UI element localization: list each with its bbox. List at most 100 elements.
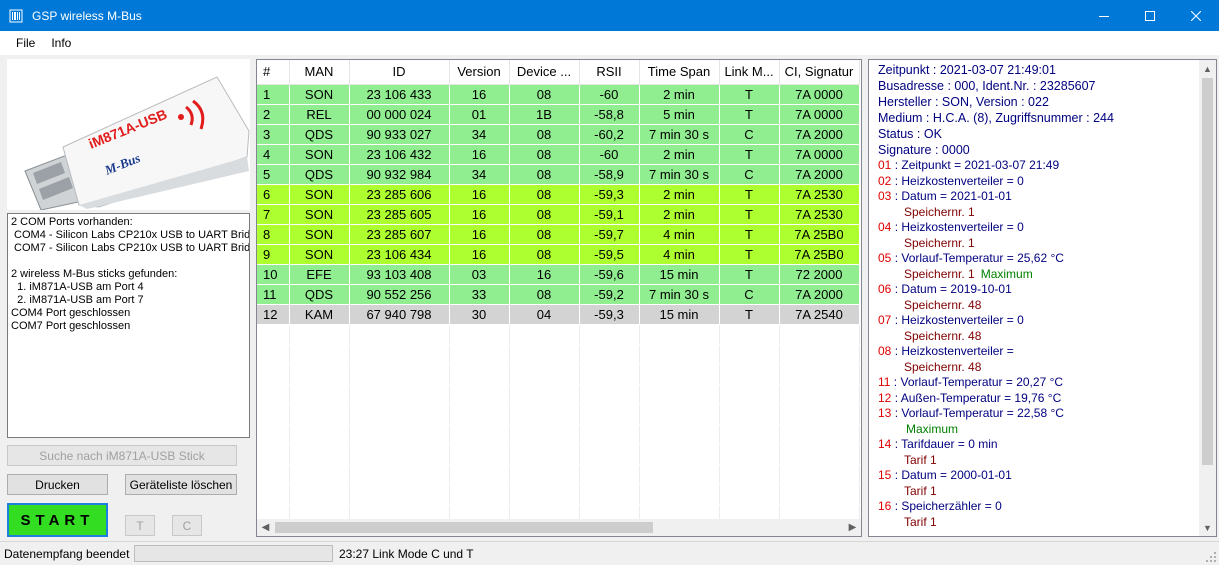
column-header[interactable]: ID <box>349 60 450 85</box>
vertical-scrollbar[interactable]: ▲ ▼ <box>1199 60 1216 536</box>
record-text: Heizkostenverteiler = <box>901 344 1014 358</box>
column-header[interactable]: CI, Signatur <box>779 60 860 85</box>
empty-cell <box>579 364 640 385</box>
table-row[interactable]: 5 QDS 90 932 984 34 08 -58,9 7 min 30 s C 7A 200… <box>257 164 860 185</box>
empty-cell <box>509 384 580 405</box>
menu-file[interactable]: File <box>8 36 43 50</box>
record-separator: : <box>891 220 902 234</box>
c-mode-button[interactable]: C <box>172 515 202 536</box>
table-cell: 1B <box>509 104 580 125</box>
menu-bar: File Info <box>0 31 1219 55</box>
empty-cell <box>449 444 510 465</box>
table-cell: 11 <box>257 284 290 305</box>
empty-cell <box>289 424 350 445</box>
table-cell: 90 933 027 <box>349 124 450 145</box>
horizontal-scroll-thumb[interactable] <box>275 522 653 533</box>
record-text: Datum = 2000-01-01 <box>901 468 1012 482</box>
t-mode-button[interactable]: T <box>125 515 155 536</box>
vertical-scroll-thumb[interactable] <box>1202 78 1213 465</box>
empty-cell <box>449 404 510 425</box>
detail-record-line: Speichernr. 48 <box>878 360 1216 376</box>
table-cell: 23 285 607 <box>349 224 450 245</box>
table-cell: 67 940 798 <box>349 304 450 325</box>
table-cell: -59,7 <box>579 224 640 245</box>
table-cell: QDS <box>289 124 350 145</box>
scroll-left-icon[interactable]: ◀ <box>257 519 274 536</box>
detail-header-line: Zeitpunkt : 2021-03-07 21:49:01 <box>878 63 1056 77</box>
empty-cell <box>639 464 720 485</box>
table-cell: 7A 2000 <box>779 124 860 145</box>
table-row[interactable]: 11 QDS 90 552 256 33 08 -59,2 7 min 30 s C 7A 20… <box>257 284 860 305</box>
table-cell: 7A 2000 <box>779 284 860 305</box>
detail-record-line: Speichernr. 48 <box>878 298 1216 314</box>
table-row[interactable]: 3 QDS 90 933 027 34 08 -60,2 7 min 30 s C 7A 200… <box>257 124 860 145</box>
maximize-button[interactable] <box>1127 0 1173 31</box>
table-cell: 7 min 30 s <box>639 164 720 185</box>
table-cell: T <box>719 304 780 325</box>
table-header-row: # MAN ID Version Device ... RSII Time Span Link… <box>257 60 860 85</box>
table-cell: -59,2 <box>579 284 640 305</box>
empty-cell <box>719 484 780 505</box>
empty-cell <box>449 424 510 445</box>
empty-cell <box>449 324 510 345</box>
record-subtext: Speichernr. 48 <box>904 297 982 312</box>
table-cell: 10 <box>257 264 290 285</box>
table-row[interactable]: 4 SON 23 106 432 16 08 -60 2 min T 7A 0000 <box>257 144 860 165</box>
table-row[interactable]: 9 SON 23 106 434 16 08 -59,5 4 min T 7A 25B0 <box>257 244 860 265</box>
menu-info[interactable]: Info <box>43 36 79 50</box>
table-row[interactable]: 2 REL 00 000 024 01 1B -58,8 5 min T 7A 0000 <box>257 104 860 125</box>
close-button[interactable] <box>1173 0 1219 31</box>
scroll-up-icon[interactable]: ▲ <box>1199 60 1216 77</box>
empty-cell <box>719 344 780 365</box>
empty-cell <box>719 424 780 445</box>
table-row[interactable]: 8 SON 23 285 607 16 08 -59,7 4 min T 7A 25B0 <box>257 224 860 245</box>
table-row[interactable]: 12 KAM 67 940 798 30 04 -59,3 15 min T 7A 2540 <box>257 304 860 325</box>
column-header[interactable]: # <box>257 60 290 85</box>
column-header[interactable]: Time Span <box>639 60 720 85</box>
detail-record-line: 05 : Vorlauf-Temperatur = 25,62 °C <box>878 251 1216 267</box>
table-row[interactable]: 1 SON 23 106 433 16 08 -60 2 min T 7A 0000 <box>257 84 860 105</box>
empty-cell <box>779 484 860 505</box>
table-cell: 72 2000 <box>779 264 860 285</box>
table-cell: SON <box>289 184 350 205</box>
table-cell: EFE <box>289 264 350 285</box>
empty-cell <box>257 464 290 485</box>
empty-row <box>257 324 860 345</box>
clear-device-list-button[interactable]: Geräteliste löschen <box>125 474 237 495</box>
table-cell: T <box>719 144 780 165</box>
record-separator: : <box>891 173 902 188</box>
table-row[interactable]: 10 EFE 93 103 408 03 16 -59,6 15 min T 72 2000 <box>257 264 860 285</box>
record-text: Außen-Temperatur = 19,76 °C <box>900 390 1062 405</box>
column-header[interactable]: RSII <box>579 60 640 85</box>
empty-cell <box>289 364 350 385</box>
minimize-button[interactable] <box>1081 0 1127 31</box>
empty-cell <box>349 424 450 445</box>
table-cell: 08 <box>509 84 580 105</box>
table-cell: T <box>719 224 780 245</box>
column-header[interactable]: Version <box>449 60 510 85</box>
scroll-down-icon[interactable]: ▼ <box>1199 519 1216 536</box>
empty-cell <box>349 464 450 485</box>
scroll-right-icon[interactable]: ▶ <box>844 519 861 536</box>
table-row[interactable]: 6 SON 23 285 606 16 08 -59,3 2 min T 7A 2530 <box>257 184 860 205</box>
start-button[interactable]: START <box>7 503 108 537</box>
record-separator: : <box>891 189 902 203</box>
column-header[interactable]: Device ... <box>509 60 580 85</box>
resize-grip-icon[interactable] <box>1205 551 1217 563</box>
search-stick-button[interactable]: Suche nach iM871A-USB Stick <box>7 445 237 466</box>
column-header[interactable]: MAN <box>289 60 350 85</box>
table-cell: 34 <box>449 124 510 145</box>
table-row[interactable]: 7 SON 23 285 605 16 08 -59,1 2 min T 7A 2530 <box>257 204 860 225</box>
column-header[interactable]: Link M... <box>719 60 780 85</box>
table-cell: 9 <box>257 244 290 265</box>
record-extra: Maximum <box>906 421 959 436</box>
record-text: Datum = 2021-01-01 <box>901 189 1012 203</box>
print-button[interactable]: Drucken <box>7 474 108 495</box>
empty-cell <box>449 364 510 385</box>
empty-row <box>257 484 860 505</box>
empty-cell <box>257 324 290 345</box>
table-cell: 08 <box>509 124 580 145</box>
table-cell: 08 <box>509 144 580 165</box>
table-cell: 08 <box>509 244 580 265</box>
horizontal-scrollbar[interactable]: ◀ ▶ <box>257 519 861 536</box>
